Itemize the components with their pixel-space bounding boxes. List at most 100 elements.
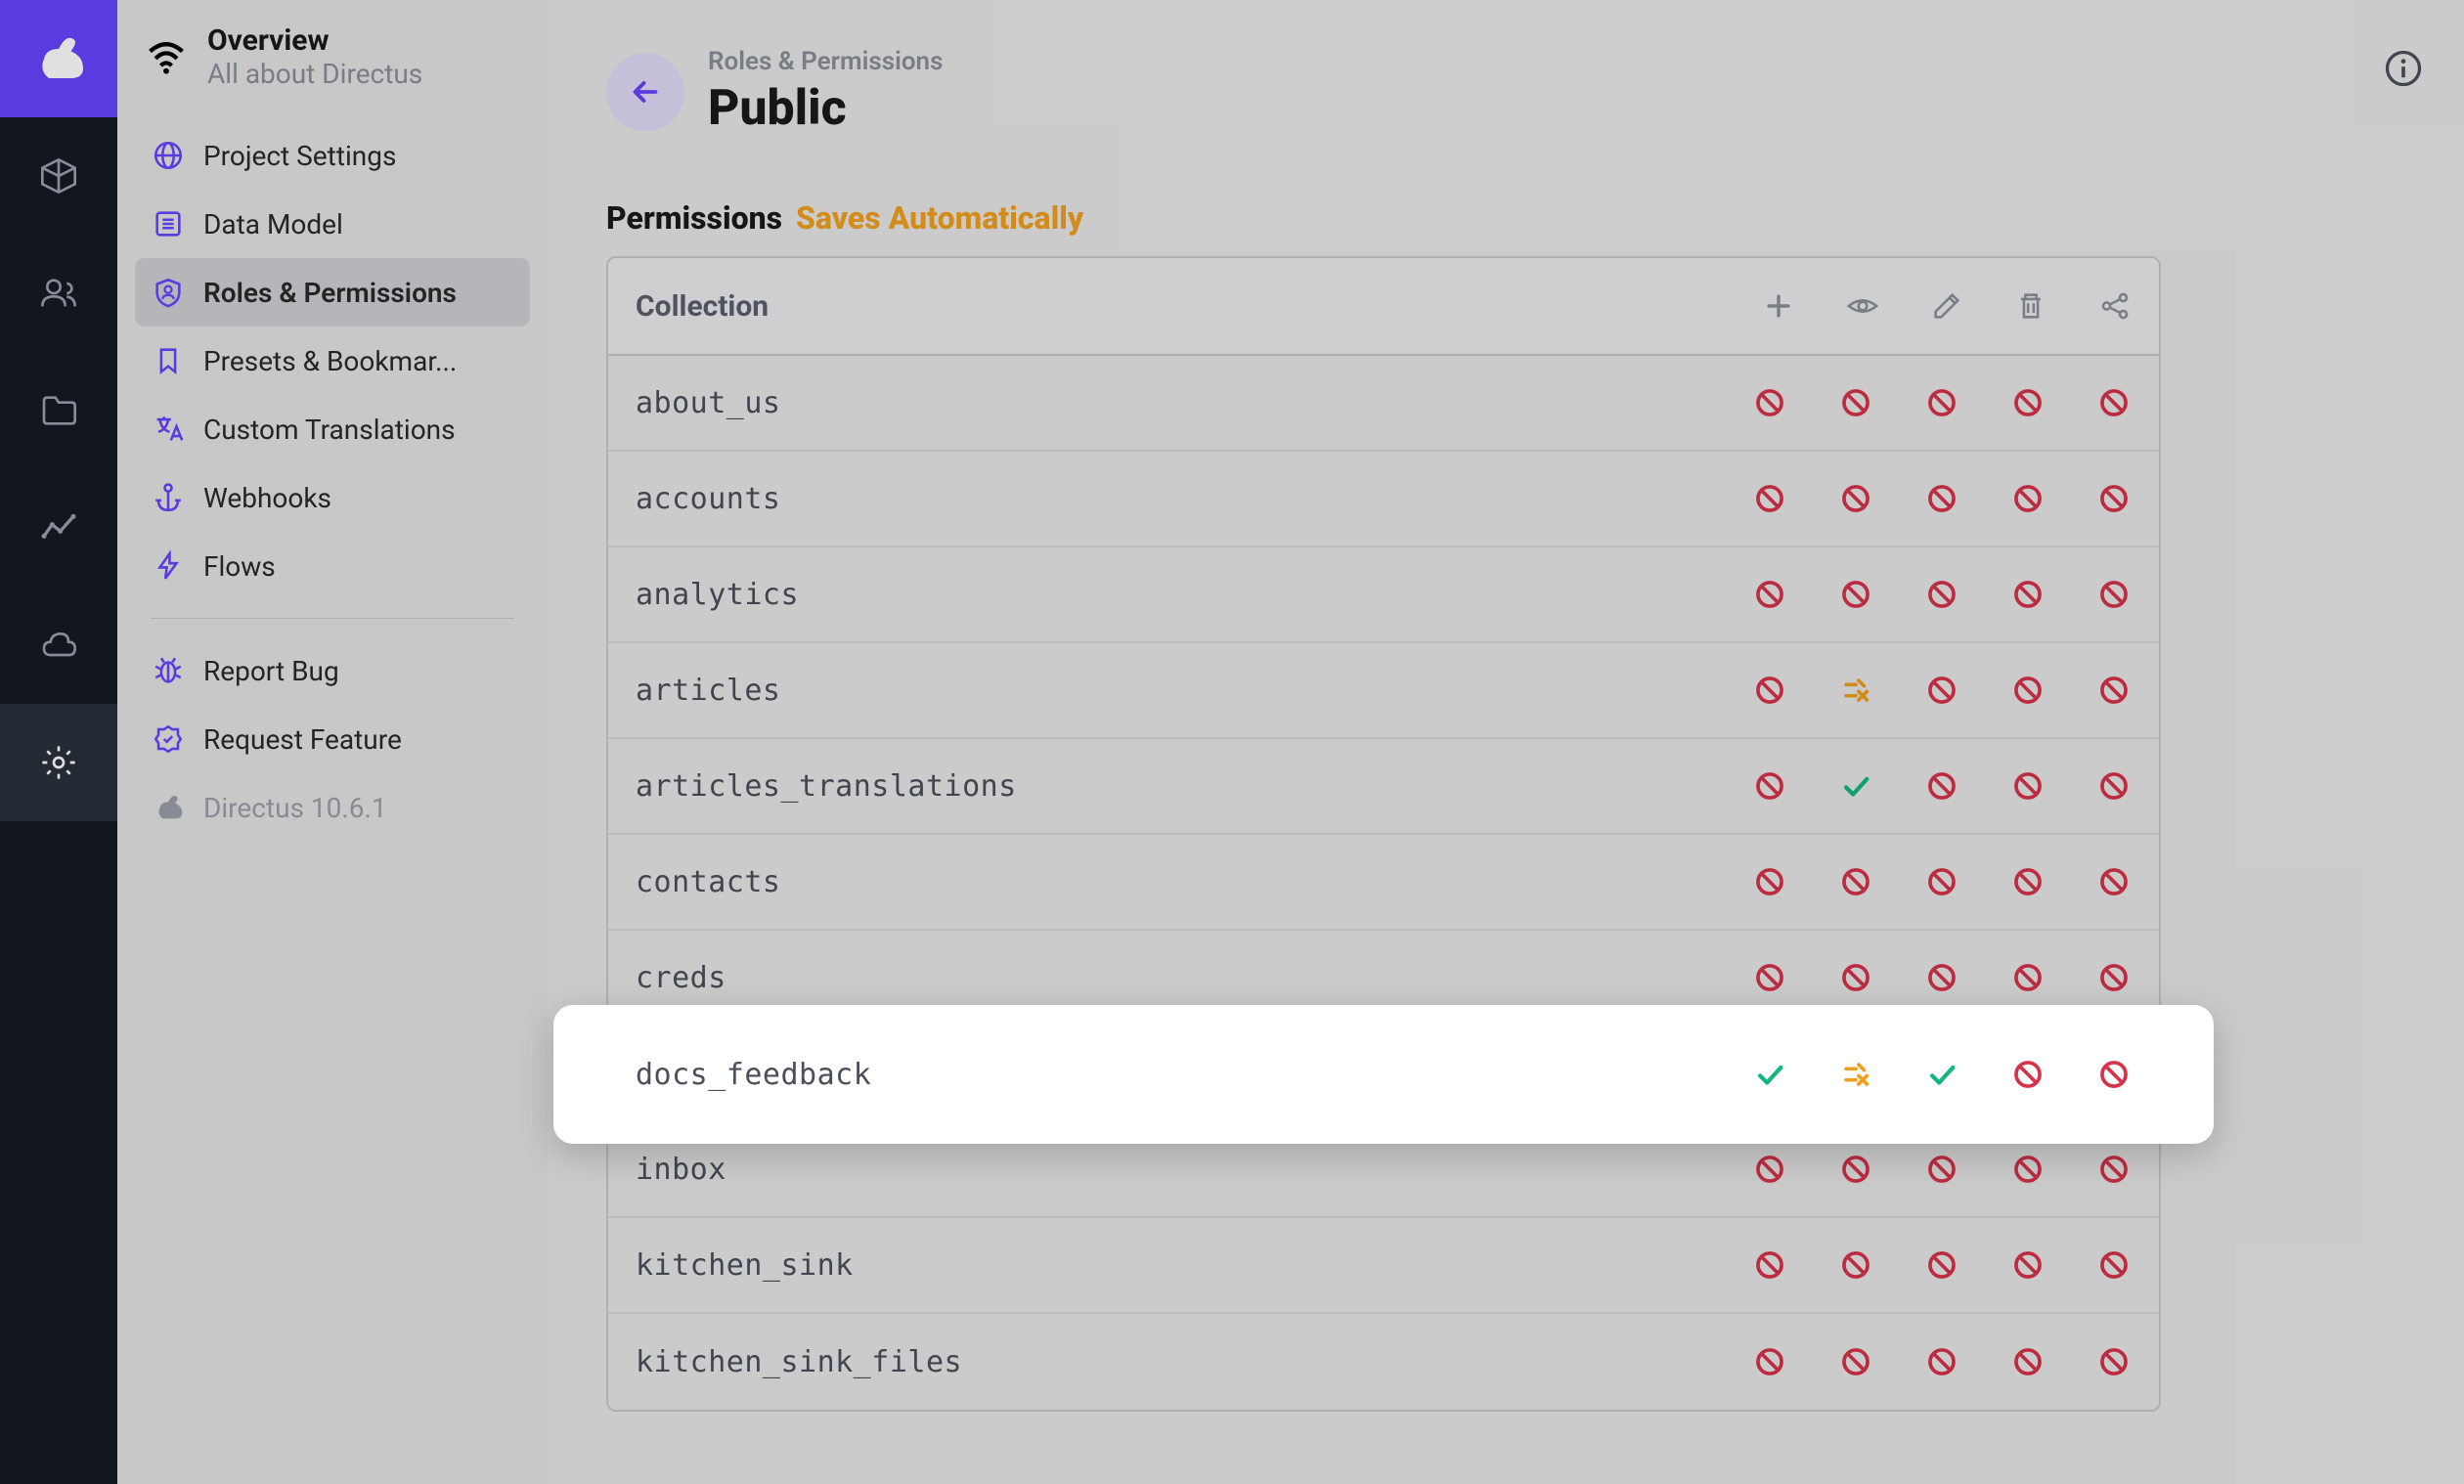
- table-row[interactable]: contacts: [608, 835, 2159, 931]
- perm-deny[interactable]: [1838, 1247, 1873, 1283]
- perm-deny[interactable]: [2010, 1344, 2046, 1379]
- perm-deny[interactable]: [1752, 1247, 1787, 1283]
- perm-deny[interactable]: [1838, 864, 1873, 899]
- perm-deny[interactable]: [1924, 768, 1959, 804]
- perm-deny[interactable]: [1838, 577, 1873, 612]
- rail-settings[interactable]: [0, 704, 117, 821]
- sidebar-item-custom-translations[interactable]: Custom Translations: [135, 395, 530, 463]
- table-row[interactable]: analytics: [608, 547, 2159, 643]
- perm-deny[interactable]: [1838, 385, 1873, 420]
- perm-deny[interactable]: [2096, 481, 2132, 516]
- perm-deny[interactable]: [1752, 385, 1787, 420]
- table-row[interactable]: articles: [608, 643, 2159, 739]
- perm-deny[interactable]: [1838, 481, 1873, 516]
- sidebar-item-label: Request Feature: [203, 723, 402, 756]
- perm-deny[interactable]: [1924, 577, 1959, 612]
- rail-insights[interactable]: [0, 469, 117, 587]
- perm-deny[interactable]: [1924, 1247, 1959, 1283]
- perm-deny[interactable]: [1838, 1344, 1873, 1379]
- perm-deny[interactable]: [1752, 768, 1787, 804]
- perm-deny[interactable]: [2096, 577, 2132, 612]
- sidebar-item-data-model[interactable]: Data Model: [135, 190, 530, 258]
- sidebar-item-label: Webhooks: [203, 482, 331, 514]
- perm-deny[interactable]: [2010, 1057, 2046, 1092]
- perm-deny[interactable]: [2010, 481, 2046, 516]
- collection-name: kitchen_sink_files: [636, 1345, 1752, 1379]
- perm-deny[interactable]: [2010, 1152, 2046, 1187]
- collection-name: articles_translations: [636, 769, 1752, 804]
- perm-deny[interactable]: [2096, 1344, 2132, 1379]
- collection-name: about_us: [636, 386, 1752, 420]
- perm-partial[interactable]: [1838, 1057, 1873, 1092]
- sidebar-subtitle: All about Directus: [207, 58, 422, 90]
- perm-deny[interactable]: [2096, 1247, 2132, 1283]
- perm-deny[interactable]: [1752, 1344, 1787, 1379]
- perm-deny[interactable]: [1924, 1344, 1959, 1379]
- perm-allow[interactable]: [1924, 1057, 1959, 1092]
- perm-deny[interactable]: [2010, 864, 2046, 899]
- perm-deny[interactable]: [2096, 960, 2132, 995]
- table-header: Collection: [608, 258, 2159, 356]
- perm-deny[interactable]: [2096, 1152, 2132, 1187]
- perm-deny[interactable]: [1752, 1152, 1787, 1187]
- sidebar-item-label: Custom Translations: [203, 414, 456, 446]
- collection-name: creds: [636, 961, 1752, 995]
- share-icon: [2098, 289, 2132, 323]
- perm-deny[interactable]: [2096, 1057, 2132, 1092]
- sidebar-item-webhooks[interactable]: Webhooks: [135, 463, 530, 532]
- perm-deny[interactable]: [1752, 673, 1787, 708]
- perm-allow[interactable]: [1838, 768, 1873, 804]
- perm-deny[interactable]: [2010, 1247, 2046, 1283]
- perm-partial[interactable]: [1838, 673, 1873, 708]
- table-row[interactable]: accounts: [608, 452, 2159, 547]
- perm-deny[interactable]: [1924, 1152, 1959, 1187]
- perm-deny[interactable]: [1838, 1152, 1873, 1187]
- sidebar-item-roles-permissions[interactable]: Roles & Permissions: [135, 258, 530, 327]
- rail-content[interactable]: [0, 117, 117, 235]
- create-icon: [1762, 289, 1795, 323]
- perm-deny[interactable]: [2096, 385, 2132, 420]
- perm-deny[interactable]: [2010, 768, 2046, 804]
- collection-name: analytics: [636, 578, 1752, 612]
- sidebar-item-project-settings[interactable]: Project Settings: [135, 121, 530, 190]
- update-icon: [1930, 289, 1963, 323]
- rail-files[interactable]: [0, 352, 117, 469]
- perm-deny[interactable]: [2096, 768, 2132, 804]
- sidebar-item-report-bug[interactable]: Report Bug: [135, 636, 530, 705]
- logo[interactable]: [0, 0, 117, 117]
- perm-deny[interactable]: [2010, 577, 2046, 612]
- perm-deny[interactable]: [1924, 960, 1959, 995]
- sidebar-item-flows[interactable]: Flows: [135, 532, 530, 600]
- sidebar-item-presets-bookmar-[interactable]: Presets & Bookmar...: [135, 327, 530, 395]
- perm-deny[interactable]: [1752, 481, 1787, 516]
- sidebar-item-request-feature[interactable]: Request Feature: [135, 705, 530, 773]
- sidebar-item-label: Flows: [203, 550, 276, 583]
- perm-allow[interactable]: [1752, 1057, 1787, 1092]
- perm-deny[interactable]: [2096, 864, 2132, 899]
- table-row[interactable]: about_us: [608, 356, 2159, 452]
- perm-deny[interactable]: [1924, 385, 1959, 420]
- perm-deny[interactable]: [2010, 960, 2046, 995]
- perm-deny[interactable]: [1752, 864, 1787, 899]
- info-button[interactable]: [2382, 47, 2425, 90]
- rail-cloud[interactable]: [0, 587, 117, 704]
- perm-deny[interactable]: [1924, 864, 1959, 899]
- table-row[interactable]: kitchen_sink: [608, 1218, 2159, 1314]
- back-button[interactable]: [606, 53, 684, 131]
- table-row[interactable]: kitchen_sink_files: [608, 1314, 2159, 1410]
- breadcrumb[interactable]: Roles & Permissions: [708, 47, 943, 76]
- collection-name: inbox: [636, 1153, 1752, 1187]
- perm-deny[interactable]: [2096, 673, 2132, 708]
- perm-deny[interactable]: [1924, 673, 1959, 708]
- perm-deny[interactable]: [2010, 385, 2046, 420]
- perm-deny[interactable]: [1838, 960, 1873, 995]
- rail-users[interactable]: [0, 235, 117, 352]
- perm-deny[interactable]: [1924, 481, 1959, 516]
- read-icon: [1846, 289, 1879, 323]
- perm-deny[interactable]: [1752, 960, 1787, 995]
- table-row[interactable]: articles_translations: [608, 739, 2159, 835]
- highlighted-row[interactable]: docs_feedback: [553, 1005, 2214, 1144]
- perm-deny[interactable]: [1752, 577, 1787, 612]
- perm-deny[interactable]: [2010, 673, 2046, 708]
- sidebar-header[interactable]: Overview All about Directus: [117, 0, 548, 113]
